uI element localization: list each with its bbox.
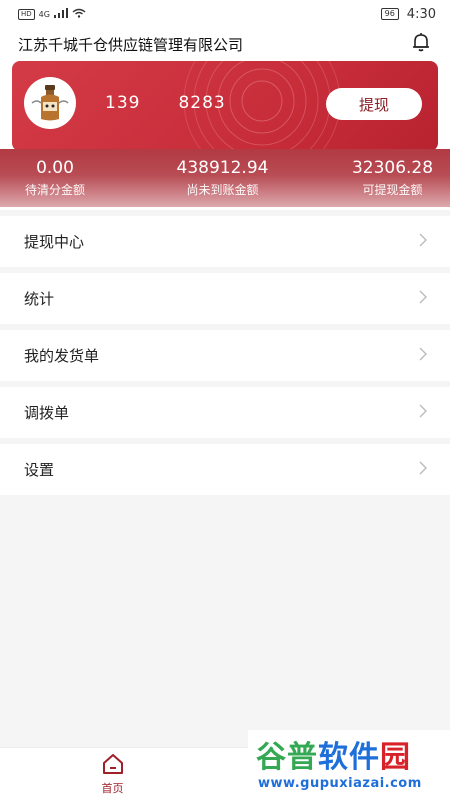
watermark-char: 园: [380, 740, 411, 775]
account-section: 139 8283 提现 0.00 待清分金额 438912.94 尚未到账金额 …: [0, 60, 450, 210]
balance-stats: 0.00 待清分金额 438912.94 尚未到账金额 32306.28 可提现…: [0, 149, 450, 207]
stat-value: 32306.28: [351, 158, 434, 178]
watermark-char: 普: [287, 740, 318, 775]
menu-item-label: 设置: [24, 461, 55, 479]
watermark-char: 件: [349, 740, 380, 775]
tab-home-label: 首页: [101, 781, 124, 795]
menu-item-withdraw-center[interactable]: 提现中心: [0, 216, 450, 267]
hd-badge: HD: [18, 8, 35, 20]
menu-item-statistics[interactable]: 统计: [0, 273, 450, 324]
account-phone: 139 8283: [105, 93, 226, 113]
stat-value: 0.00: [36, 158, 74, 178]
menu-item-label: 提现中心: [24, 233, 85, 251]
chevron-right-icon: [418, 232, 428, 251]
watermark-char: 软: [318, 740, 349, 775]
avatar[interactable]: [24, 77, 76, 129]
signal-icon: [53, 7, 68, 21]
status-bar: HD 4G 96 4:30: [0, 0, 450, 28]
menu-item-settings[interactable]: 设置: [0, 444, 450, 495]
chevron-right-icon: [418, 346, 428, 365]
stat-pending-clearing: 0.00 待清分金额: [0, 149, 110, 207]
chevron-right-icon: [418, 460, 428, 479]
menu-list: 提现中心 统计 我的发货单 调拨单 设置: [0, 216, 450, 501]
stat-value: 438912.94: [176, 158, 269, 178]
home-icon: [101, 753, 125, 778]
stat-not-yet-received: 438912.94 尚未到账金额: [158, 149, 288, 207]
company-name: 江苏千城千仓供应链管理有限公司: [18, 35, 244, 54]
clock: 4:30: [406, 6, 436, 22]
chevron-right-icon: [418, 403, 428, 422]
chevron-right-icon: [418, 289, 428, 308]
bottle-mascot-icon: [31, 85, 69, 121]
menu-item-my-shipments[interactable]: 我的发货单: [0, 330, 450, 381]
tab-home[interactable]: 首页: [0, 748, 225, 800]
app-header: 江苏千城千仓供应链管理有限公司: [0, 28, 450, 60]
menu-item-label: 统计: [24, 290, 55, 308]
stat-label: 待清分金额: [24, 183, 85, 197]
bell-icon[interactable]: [410, 31, 432, 57]
stat-label: 尚未到账金额: [186, 183, 259, 197]
watermark-title: 谷普软件园: [256, 732, 411, 776]
menu-item-label: 我的发货单: [24, 347, 100, 365]
account-card: 139 8283 提现: [12, 61, 438, 151]
menu-item-label: 调拨单: [24, 404, 70, 422]
battery-icon: 96: [380, 8, 399, 20]
stat-label: 可提现金额: [362, 183, 423, 197]
site-watermark: 谷普软件园 www.gupuxiazai.com: [248, 730, 450, 800]
network-indicator: 4G: [38, 9, 50, 19]
menu-item-transfer-orders[interactable]: 调拨单: [0, 387, 450, 438]
watermark-url: www.gupuxiazai.com: [258, 776, 422, 791]
watermark-char: 谷: [256, 740, 287, 775]
wifi-icon: [72, 8, 86, 21]
withdraw-button[interactable]: 提现: [326, 88, 422, 120]
stat-withdrawable: 32306.28 可提现金额: [335, 149, 450, 207]
